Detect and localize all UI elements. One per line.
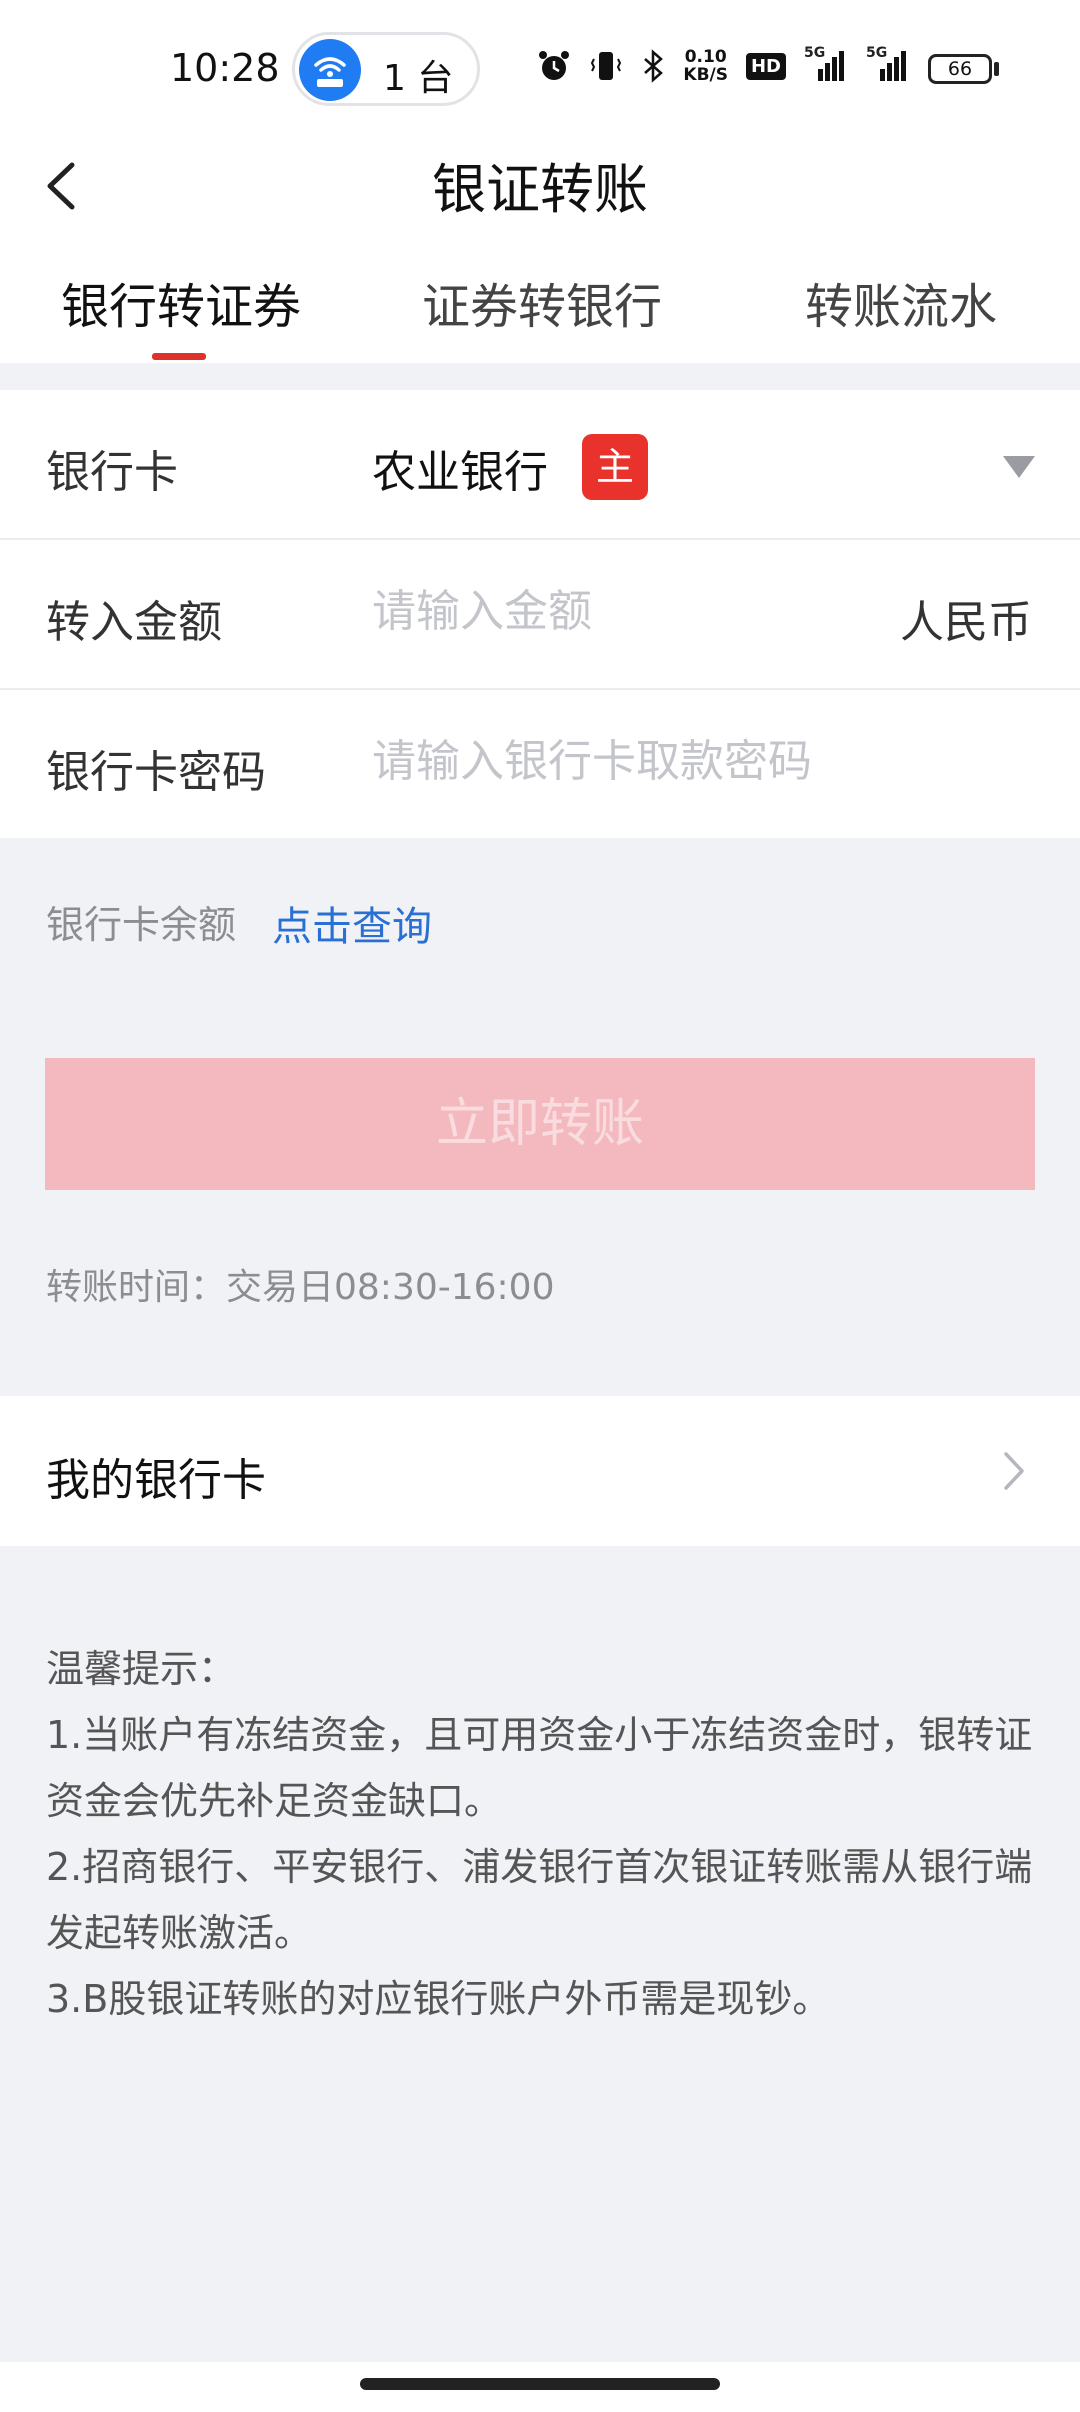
network-speed: 0.10 KB/S [683,47,728,85]
active-tab-indicator [152,353,206,360]
tips-section: 温馨提示： 1.当账户有冻结资金，且可用资金小于冻结资金时，银转证资金会优先补足… [46,1636,1036,2032]
tab-bank-to-securities[interactable]: 银行转证券 [61,267,301,337]
tip-item: 1.当账户有冻结资金，且可用资金小于冻结资金时，银转证资金会优先补足资金缺口。 [46,1713,1033,1823]
password-input[interactable] [372,736,992,787]
tip-item: 3.B股银证转账的对应银行账户外币需是现钞。 [46,1977,831,2021]
battery-icon: 66 [928,54,992,84]
home-indicator[interactable] [360,2378,720,2390]
tab-bar: 银行转证券 证券转银行 转账流水 [0,235,1080,363]
bank-card-value: 农业银行 [372,447,548,498]
tip-item: 2.招商银行、平安银行、浦发银行首次银证转账需从银行端发起转账激活。 [46,1845,1033,1955]
transfer-time-note: 转账时间：交易日08:30-16:00 [46,1267,555,1308]
password-label: 银行卡密码 [46,747,266,798]
chevron-right-icon [1004,1452,1024,1490]
currency-label: 人民币 [900,597,1032,648]
page-title: 银证转账 [432,158,648,221]
hotspot-icon [299,39,361,101]
signal-icon-2: 5G [866,45,910,83]
status-time: 10:28 [170,46,280,90]
tab-transfer-history[interactable]: 转账流水 [805,267,997,337]
hd-icon: HD [745,52,786,80]
bluetooth-icon [644,49,664,83]
primary-card-badge: 主 [582,434,648,500]
hotspot-pill[interactable]: 1 台 [292,32,480,106]
dropdown-triangle-icon[interactable] [1003,456,1035,478]
my-bank-cards-label: 我的银行卡 [46,1455,266,1506]
alarm-icon [539,51,570,80]
vibrate-icon [591,52,622,80]
tab-securities-to-bank[interactable]: 证券转银行 [422,267,662,337]
transfer-now-button[interactable]: 立即转账 [45,1058,1035,1190]
query-balance-link[interactable]: 点击查询 [272,894,432,952]
my-bank-cards-row[interactable]: 我的银行卡 [0,1396,1080,1546]
amount-row: 转入金额 人民币 [0,540,1080,690]
nav-bar: 银证转账 [0,135,1080,235]
password-row: 银行卡密码 [0,690,1080,838]
amount-input[interactable] [372,586,872,637]
bank-card-label: 银行卡 [46,447,178,498]
signal-icon: 5G [804,45,848,83]
bank-card-row[interactable]: 银行卡 农业银行 主 [0,390,1080,540]
tips-title: 温馨提示： [46,1647,237,1691]
battery-tip [994,62,999,76]
balance-label: 银行卡余额 [46,903,237,947]
amount-label: 转入金额 [46,597,222,648]
transfer-form: 银行卡 农业银行 主 转入金额 人民币 银行卡密码 [0,390,1080,838]
status-bar: 10:28 1 台 0.10 KB/S HD 5G 5G 66 [0,0,1080,135]
hotspot-count: 1 台 [383,58,454,99]
